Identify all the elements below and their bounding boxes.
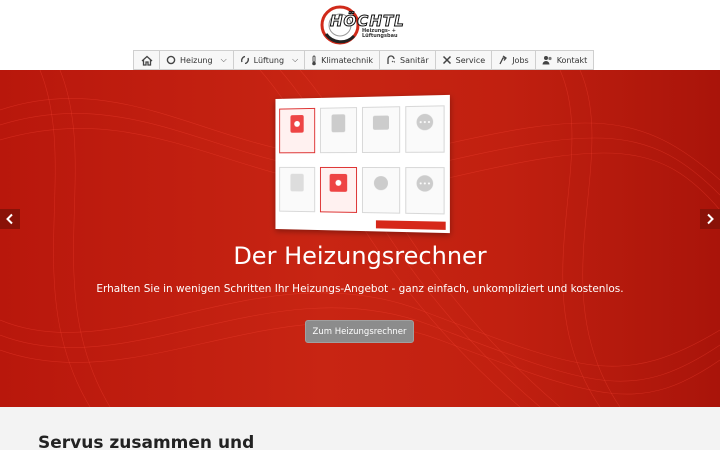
nav-kontakt[interactable]: Kontakt (534, 50, 595, 70)
home-icon (141, 55, 152, 66)
chevron-left-icon (6, 213, 13, 225)
nav-klimatechnik-label: Klimatechnik (321, 55, 373, 65)
preview-card (279, 107, 316, 154)
preview-card (405, 105, 445, 153)
nav-service[interactable]: Service (434, 50, 492, 70)
nav-jobs-label: Jobs (512, 55, 529, 65)
chevron-right-icon (707, 213, 714, 225)
nav-kontakt-label: Kontakt (556, 55, 588, 65)
preview-card (361, 106, 401, 153)
heizungsrechner-button[interactable]: Zum Heizungsrechner (305, 320, 414, 343)
nav-heizung[interactable]: Heizung ⌵ (159, 50, 233, 70)
main-navigation: Heizung ⌵ Lüftung ⌵ Klimatechnik Sanitär (133, 50, 595, 71)
heizungsrechner-preview-image (275, 94, 450, 234)
nav-lueftung[interactable]: Lüftung ⌵ (232, 50, 305, 70)
preview-card (319, 166, 358, 213)
arrow-icon (499, 55, 508, 65)
hero-slider: Der Heizungsrechner Erhalten Sie in weni… (0, 70, 720, 407)
preview-next-button (375, 220, 446, 230)
nav-home[interactable] (133, 50, 159, 70)
chevron-down-icon: ⌵ (220, 55, 227, 64)
tools-icon (442, 55, 451, 65)
people-icon (542, 56, 552, 65)
slider-next-button[interactable] (700, 209, 720, 229)
site-header: HÖCHTL Heizungs- + Lüftungsbau Heizung ⌵… (0, 0, 720, 70)
nav-lueftung-label: Lüftung (253, 55, 285, 65)
hero-subtitle: Erhalten Sie in wenigen Schritten Ihr He… (96, 283, 624, 295)
nav-jobs[interactable]: Jobs (491, 50, 535, 70)
nav-klimatechnik[interactable]: Klimatechnik (304, 50, 379, 70)
preview-card (361, 167, 401, 214)
hero-title: Der Heizungsrechner (233, 242, 487, 270)
nav-service-label: Service (455, 55, 486, 65)
heating-icon (166, 55, 176, 65)
preview-card (319, 107, 358, 154)
thermometer-icon (312, 55, 316, 65)
logo-tagline: Heizungs- + Lüftungsbau (362, 28, 398, 39)
preview-card (405, 167, 445, 215)
ventilation-icon (240, 55, 249, 65)
slider-prev-button[interactable] (0, 209, 20, 229)
intro-section: Servus zusammen und (0, 407, 720, 453)
nav-heizung-label: Heizung (180, 55, 213, 65)
intro-heading: Servus zusammen und (38, 433, 255, 453)
nav-sanitaer[interactable]: Sanitär (379, 50, 435, 70)
shower-icon (387, 55, 395, 64)
nav-sanitaer-label: Sanitär (400, 55, 429, 65)
chevron-down-icon: ⌵ (292, 55, 299, 64)
preview-card (279, 166, 316, 213)
